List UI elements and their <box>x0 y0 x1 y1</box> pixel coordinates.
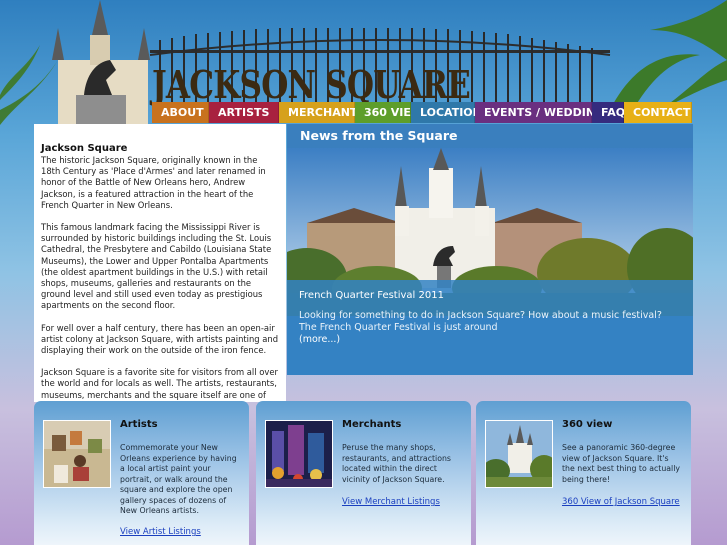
news-item-text: Looking for something to do in Jackson S… <box>299 310 662 333</box>
nav-events-weddings[interactable]: EVENTS / WEDDINGS <box>475 102 612 123</box>
news-item-title[interactable]: French Quarter Festival 2011 <box>299 290 681 301</box>
intro-paragraph: Jackson Square is a favorite site for vi… <box>41 367 278 402</box>
news-heading: News from the Square <box>287 124 693 148</box>
merchants-card: Merchants Peruse the many shops, restaur… <box>256 401 471 545</box>
intro-paragraph: For well over a half century, there has … <box>41 322 279 356</box>
nav-contact[interactable]: CONTACT <box>624 102 692 123</box>
news-more-link[interactable]: (more...) <box>299 334 681 346</box>
main-nav: ABOUT ARTISTS MERCHANTS 360 VIEW LOCATIO… <box>152 102 692 123</box>
view-artist-listings-link[interactable]: View Artist Listings <box>120 527 201 537</box>
nav-merchants[interactable]: MERCHANTS <box>279 102 365 123</box>
artists-thumbnail[interactable] <box>43 420 111 488</box>
site-logo[interactable]: JACKSON SQUARE <box>152 62 471 107</box>
artists-card-title: Artists <box>120 419 158 430</box>
intro-title: Jackson Square <box>41 143 128 154</box>
nav-faq[interactable]: FAQ <box>592 102 625 123</box>
360-view-card-text: See a panoramic 360-degree view of Jacks… <box>562 443 680 484</box>
nav-location[interactable]: LOCATION <box>411 102 482 123</box>
merchants-thumbnail[interactable] <box>265 420 333 488</box>
merchants-card-text: Peruse the many shops, restaurants, and … <box>342 443 451 484</box>
view-merchant-listings-link[interactable]: View Merchant Listings <box>342 497 440 507</box>
nav-about[interactable]: ABOUT <box>152 102 209 123</box>
intro-panel: Jackson Square The historic Jackson Squa… <box>34 124 286 402</box>
360-view-link[interactable]: 360 View of Jackson Square <box>562 497 680 507</box>
merchants-card-title: Merchants <box>342 419 402 430</box>
intro-paragraph: This famous landmark facing the Mississi… <box>41 222 272 311</box>
intro-paragraph: The historic Jackson Square, originally … <box>41 155 266 210</box>
news-panel: News from the Square French Quarter Fest… <box>287 124 693 375</box>
news-item: French Quarter Festival 2011 Looking for… <box>287 280 693 375</box>
artists-card: Artists Commemorate your New Orleans exp… <box>34 401 249 545</box>
360-view-card-title: 360 view <box>562 419 613 430</box>
360-view-card: 360 view See a panoramic 360-degree view… <box>476 401 691 545</box>
nav-artists[interactable]: ARTISTS <box>209 102 279 123</box>
360-view-thumbnail[interactable] <box>485 420 553 488</box>
nav-360-view[interactable]: 360 VIEW <box>355 102 423 123</box>
artists-card-text: Commemorate your New Orleans experience … <box>120 443 237 515</box>
